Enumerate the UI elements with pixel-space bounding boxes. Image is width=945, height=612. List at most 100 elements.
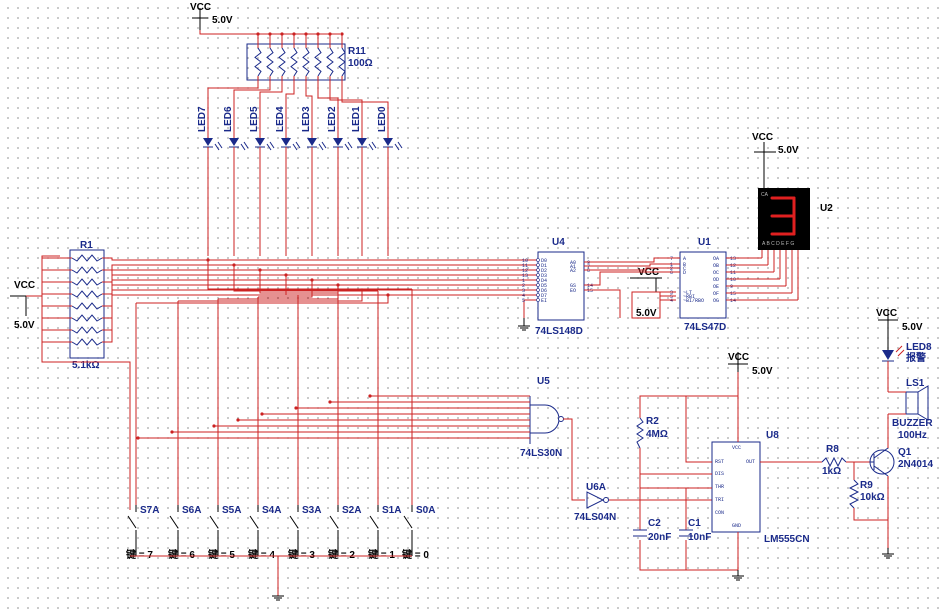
u8-pin-gnd: GND — [732, 523, 741, 529]
u1-pin-name: OE — [713, 284, 719, 290]
u6-part: 74LS04N — [574, 512, 616, 523]
r1-element — [71, 326, 103, 334]
bus-lines — [102, 257, 538, 505]
c2-value: 20nF — [648, 532, 671, 543]
vcc-left: VCC 5.0V — [10, 280, 42, 331]
r1-element — [71, 278, 103, 286]
switch-label: S0A — [416, 505, 435, 516]
u1-pin-number: 15 — [730, 291, 736, 297]
c2-ref: C2 — [648, 518, 661, 529]
u1-pin-number: 4 — [670, 298, 673, 304]
vcc-led8-label: VCC — [876, 308, 897, 319]
u2-segment-labels: A B C D E F G — [762, 241, 794, 247]
switch-s0a[interactable]: S0A 键 = 0 — [401, 505, 435, 561]
u1-ref: U1 — [698, 237, 711, 248]
r11-element — [290, 47, 298, 77]
u8-pin-tri: TRI — [715, 497, 724, 503]
vcc-top: VCC 5.0V — [190, 2, 250, 35]
switch-label: S1A — [382, 505, 401, 516]
r1-element — [71, 254, 103, 262]
u1-pin-name: OB — [713, 263, 719, 269]
led-label: LED3 — [301, 106, 312, 132]
switch-label: S6A — [182, 505, 201, 516]
u6-ref: U6A — [586, 482, 606, 493]
switch-s2a[interactable]: S2A 键 = 2 — [327, 505, 361, 561]
r8-ref: R8 — [826, 444, 839, 455]
q1-ref: Q1 — [898, 447, 912, 458]
led-0: LED7 — [197, 106, 223, 256]
switch-key-label: 键 = 5 — [207, 548, 235, 561]
vcc-left-voltage: 5.0V — [14, 320, 35, 331]
u4-part: 74LS148D — [535, 326, 583, 337]
ls1-buzzer: LS1 BUZZER 100Hz — [887, 378, 933, 448]
led-diode-icon — [383, 138, 393, 146]
u2-ref: U2 — [820, 203, 833, 214]
switch-s6a[interactable]: S6A 键 = 6 — [167, 505, 201, 561]
switch-s7a[interactable]: S7A 键 = 7 — [125, 505, 159, 561]
led-5: LED2 — [327, 106, 353, 256]
vcc-u8-label: VCC — [728, 352, 749, 363]
vcc-led8-voltage: 5.0V — [902, 322, 923, 333]
switch-s3a[interactable]: S3A 键 = 3 — [287, 505, 321, 561]
switch-key-label: 键 = 6 — [167, 548, 195, 561]
u1-pin-name: OC — [713, 270, 719, 276]
c1-ref: C1 — [688, 518, 701, 529]
u1-pin-name: D — [683, 270, 686, 276]
r8-value: 1kΩ — [822, 466, 841, 477]
led-diode-icon — [333, 138, 343, 146]
led8-text: 报警 — [906, 351, 926, 364]
u1-pin-number: 12 — [730, 263, 736, 269]
r11-element — [254, 47, 262, 77]
vcc-u2-voltage: 5.0V — [778, 145, 799, 156]
ls1-part: BUZZER — [892, 418, 933, 429]
led-label: LED0 — [377, 106, 388, 132]
u4-ref: U4 — [552, 237, 565, 248]
led-diode-icon — [229, 138, 239, 146]
switch-s5a[interactable]: S5A 键 = 5 — [207, 505, 241, 561]
q1-part: 2N4014 — [898, 459, 933, 470]
u1-pin-name: OG — [713, 298, 719, 304]
switch-key-label: 键 = 3 — [287, 548, 315, 561]
ls1-ref: LS1 — [906, 378, 925, 389]
u1-pin-number: 14 — [730, 298, 736, 304]
u8-pin-con: CON — [715, 510, 724, 516]
u4-pin-name: A2 — [570, 268, 576, 274]
r1-element — [71, 314, 103, 322]
switch-s1a[interactable]: S1A 键 = 1 — [367, 505, 401, 561]
u2-corner-label: CA — [761, 192, 769, 198]
vcc-u2-label: VCC — [752, 132, 773, 143]
r2-ref: R2 — [646, 416, 659, 427]
u8-pin-rst: RST — [715, 459, 724, 465]
r2-resistor: R2 4MΩ — [636, 416, 668, 449]
r1-element — [71, 338, 103, 346]
c2-capacitor: C2 20nF — [633, 518, 671, 543]
led8-ref: LED8 — [906, 342, 932, 353]
r11-element — [302, 47, 310, 77]
u1-pin-number: 13 — [730, 256, 736, 262]
u8-ref: U8 — [766, 430, 779, 441]
u4-encoder: U4 74LS148D 10 D011 D112 D213 D31 D42 D53 D64 D7… — [518, 237, 593, 337]
u5-input-wires — [136, 394, 530, 440]
led-label: LED5 — [249, 106, 260, 132]
vcc-top-voltage: 5.0V — [212, 15, 233, 26]
switch-s4a[interactable]: S4A 键 = 4 — [247, 505, 281, 561]
u1-pin-number: 10 — [730, 277, 736, 283]
r8-resistor: R8 1kΩ — [821, 444, 870, 477]
u1-pin-name: ~BI/RBO — [683, 298, 704, 304]
u1-to-u2-wires — [726, 250, 799, 301]
u8-part: LM555CN — [764, 534, 810, 545]
led-2: LED5 — [249, 106, 275, 256]
u4-pin-number: 6 — [587, 268, 590, 274]
r9-ref: R9 — [860, 480, 873, 491]
u1-pin-name: OA — [713, 256, 719, 262]
r11-ref: R11 — [348, 46, 366, 57]
switch-key-label: 键 = 1 — [367, 548, 395, 561]
c1-capacitor: C1 10nF — [679, 518, 711, 543]
led-diode-icon — [307, 138, 317, 146]
r1-element — [71, 302, 103, 310]
u1-decoder: U1 74LS47D 7 A1 B2 C6 D3 ~LT5 ~RBI4 ~BI/RBO13OA… — [630, 237, 736, 333]
led-6: LED1 — [351, 106, 377, 256]
led-7: LED0 — [377, 106, 403, 256]
switch-label: S5A — [222, 505, 241, 516]
r1-element — [71, 290, 103, 298]
